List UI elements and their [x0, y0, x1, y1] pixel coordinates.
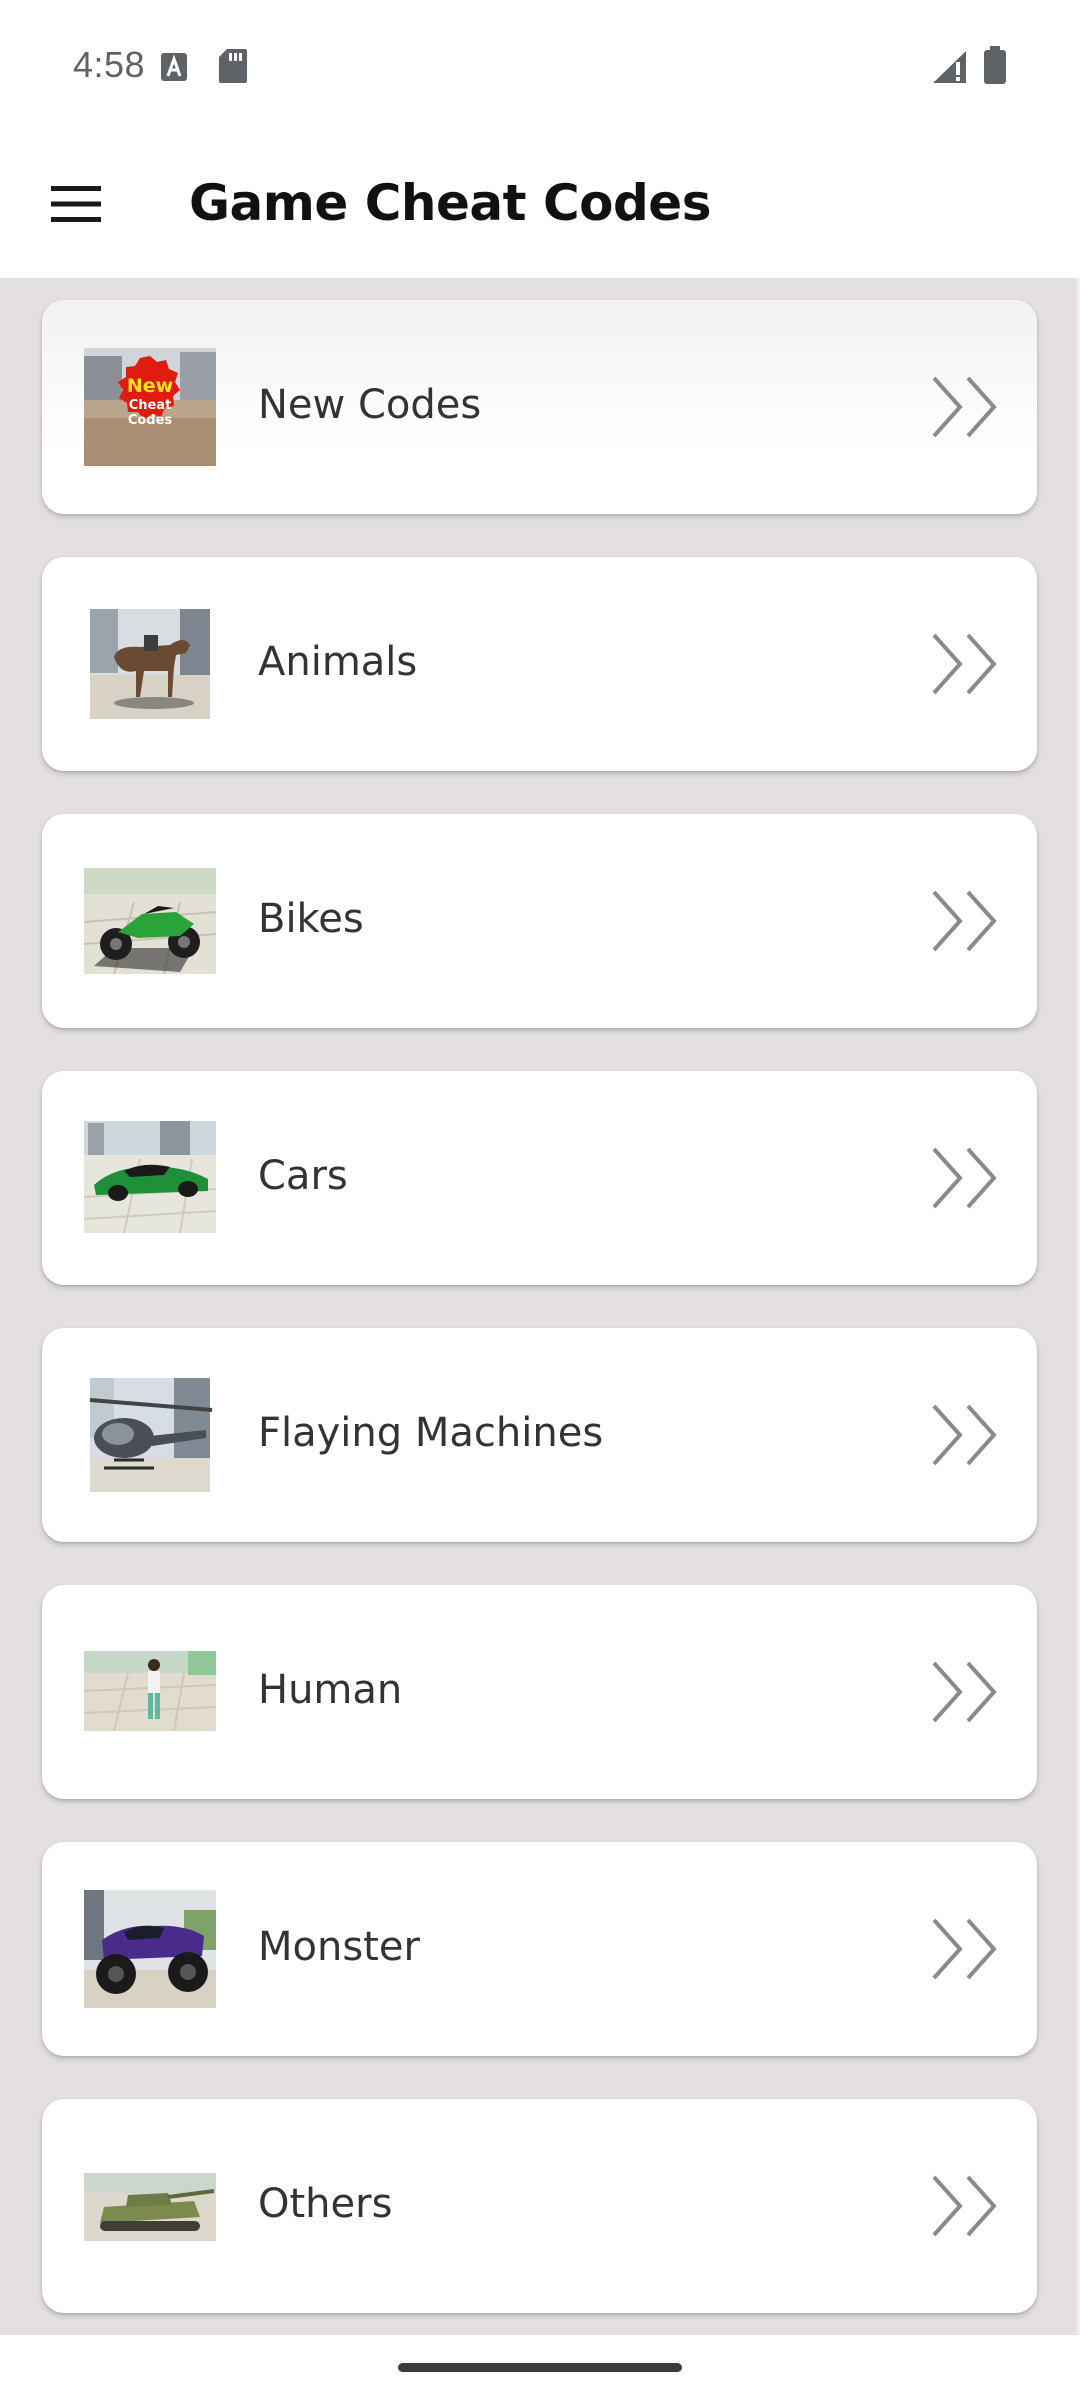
category-label: Cars — [258, 1153, 348, 1199]
sports-car-image — [84, 1119, 216, 1237]
helicopter-image — [84, 1376, 216, 1494]
double-chevron-right-icon — [932, 2175, 997, 2237]
text-input-icon — [161, 53, 187, 81]
monster-truck-image — [84, 1890, 216, 2008]
tank-image — [84, 2147, 216, 2265]
double-chevron-right-icon — [932, 1661, 997, 1723]
status-bar: 4:58 — [0, 0, 1080, 130]
gesture-handle[interactable] — [398, 2363, 682, 2372]
menu-button[interactable] — [30, 158, 122, 250]
category-card-cars[interactable]: Cars — [42, 1071, 1037, 1285]
status-time: 4:58 — [73, 44, 146, 85]
category-card-monster[interactable]: Monster — [42, 1842, 1037, 2056]
page-title: Game Cheat Codes — [189, 174, 711, 232]
badge-line-3: Codes — [128, 413, 173, 428]
category-card-flaying-machines[interactable]: Flaying Machines — [42, 1328, 1037, 1542]
category-label: Monster — [258, 1924, 420, 1970]
hamburger-menu-icon — [51, 186, 101, 222]
category-label: New Codes — [258, 382, 482, 428]
category-label: Others — [258, 2181, 393, 2227]
sd-card-icon — [219, 49, 247, 83]
category-card-animals[interactable]: Animals — [42, 557, 1037, 771]
category-label: Bikes — [258, 896, 364, 942]
double-chevron-right-icon — [932, 376, 997, 438]
category-label: Animals — [258, 639, 418, 685]
signal-icon — [933, 51, 966, 83]
category-card-bikes[interactable]: Bikes — [42, 814, 1037, 1028]
category-card-new-codes[interactable]: New Cheat Codes New Codes — [42, 300, 1037, 514]
app-bar: Game Cheat Codes — [0, 130, 1080, 278]
battery-icon — [984, 46, 1006, 84]
badge-line-2: Cheat — [129, 398, 172, 413]
badge-line-1: New — [127, 375, 173, 397]
new-codes-image: New Cheat Codes — [84, 348, 216, 466]
horse-image — [84, 605, 216, 723]
double-chevron-right-icon — [932, 1918, 997, 1980]
character-image — [84, 1633, 216, 1751]
double-chevron-right-icon — [932, 633, 997, 695]
category-label: Human — [258, 1667, 403, 1713]
category-card-human[interactable]: Human — [42, 1585, 1037, 1799]
motorbike-image — [84, 862, 216, 980]
category-label: Flaying Machines — [258, 1410, 604, 1456]
double-chevron-right-icon — [932, 1404, 997, 1466]
category-card-others[interactable]: Others — [42, 2099, 1037, 2313]
double-chevron-right-icon — [932, 1147, 997, 1209]
double-chevron-right-icon — [932, 890, 997, 952]
